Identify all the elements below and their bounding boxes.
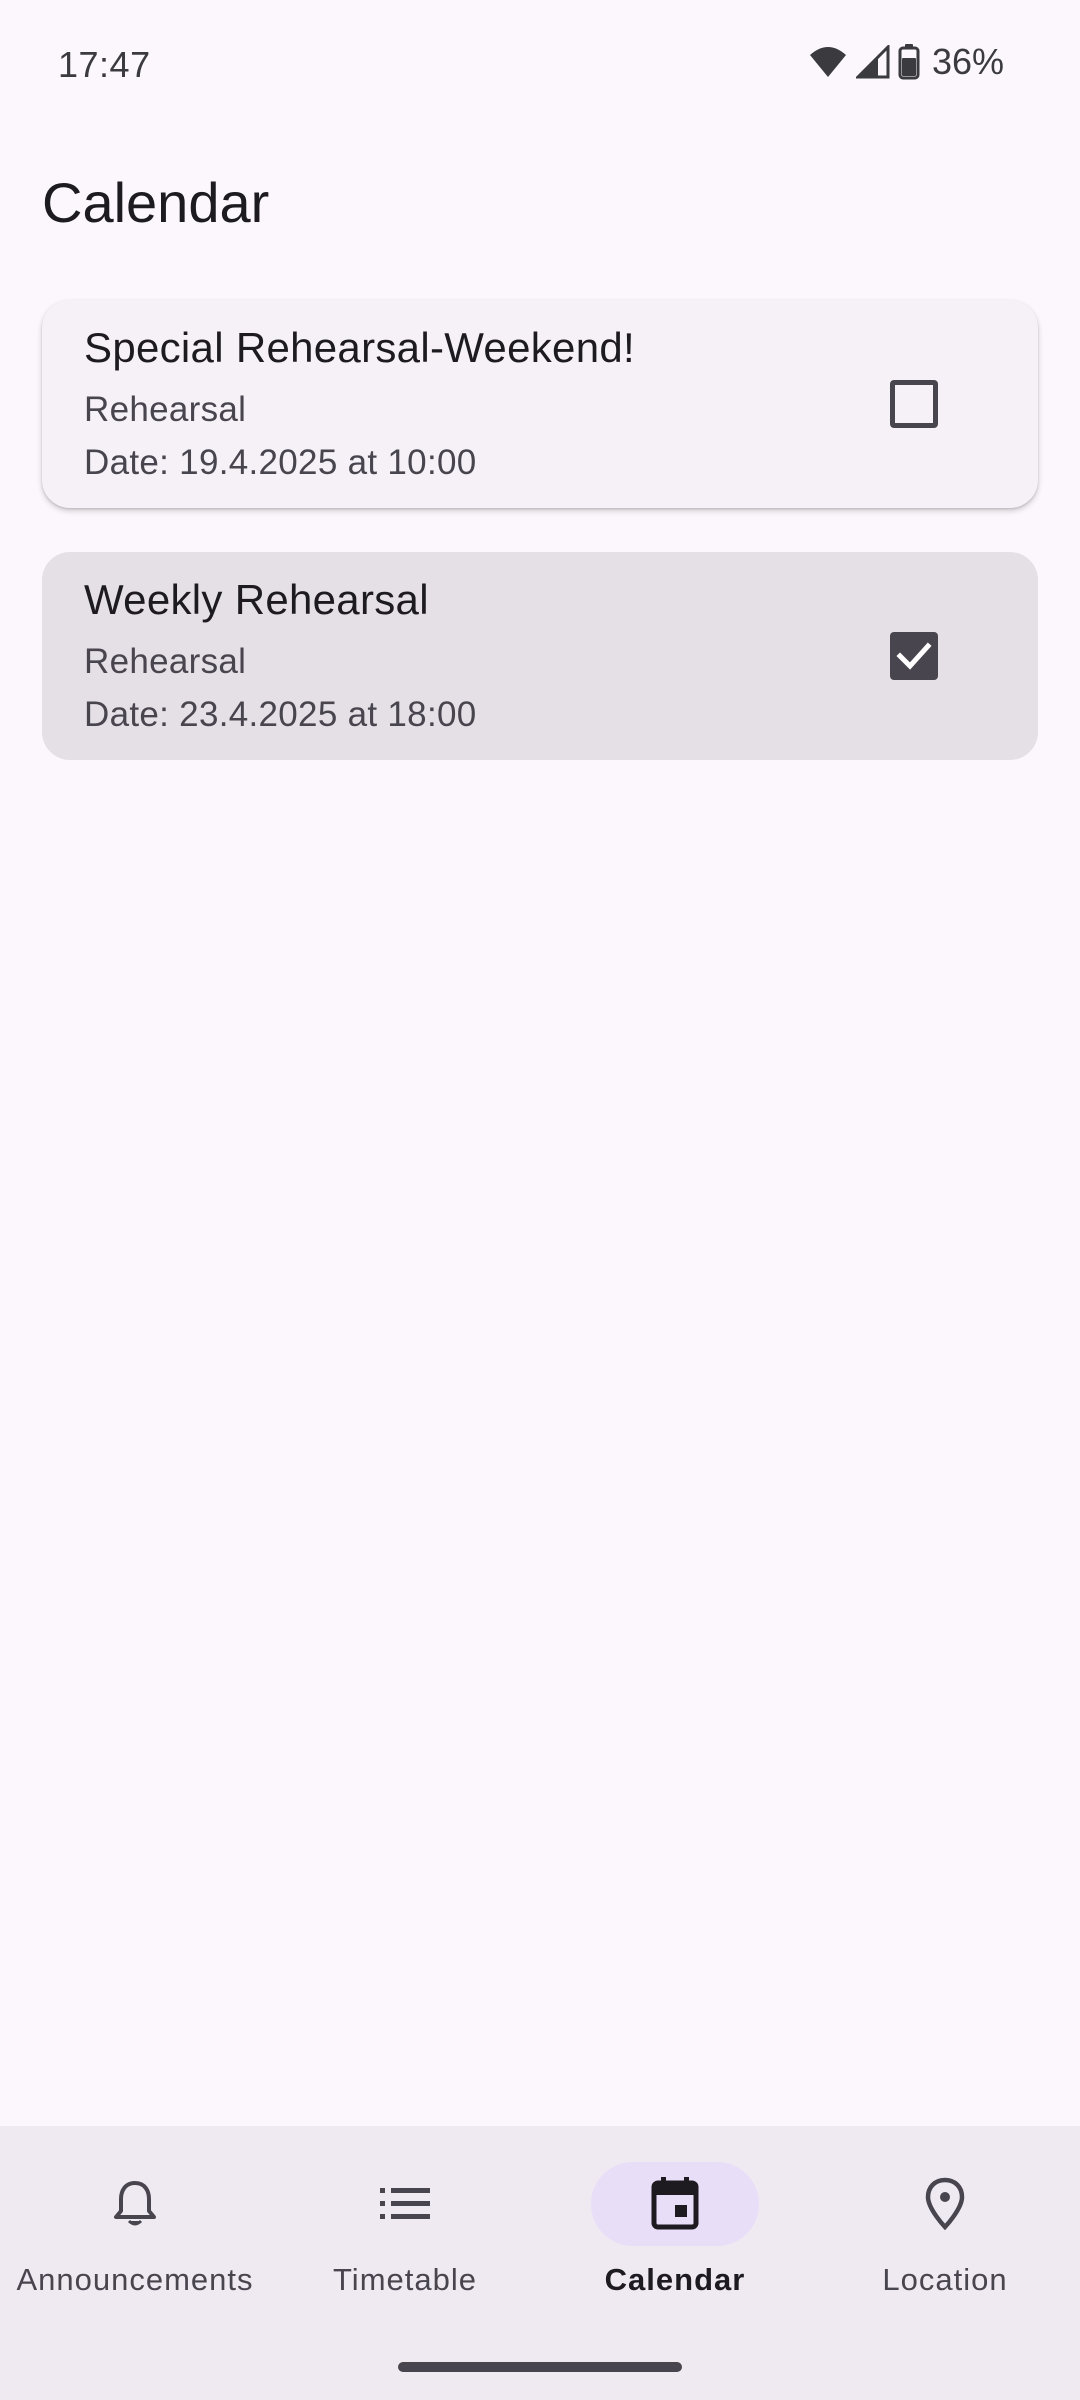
bell-icon (114, 2181, 156, 2226)
status-bar: 17:47 36% (0, 0, 1080, 130)
attendance-checkbox[interactable] (890, 380, 938, 428)
calendar-icon (651, 2177, 699, 2230)
status-icons: 36% (808, 40, 1004, 84)
page-title: Calendar (42, 171, 270, 234)
active-indicator (591, 2162, 759, 2246)
wifi-icon (808, 45, 848, 79)
checkmark-icon (896, 642, 932, 670)
nav-item-announcements[interactable]: Announcements (0, 2162, 270, 2322)
battery-icon (898, 44, 920, 80)
event-card[interactable]: Weekly Rehearsal Rehearsal Date: 23.4.20… (42, 552, 1038, 760)
nav-label: Announcements (16, 2262, 254, 2297)
nav-label: Location (882, 2262, 1008, 2297)
event-title: Special Rehearsal-Weekend! (84, 324, 635, 371)
nav-label: Calendar (604, 2262, 746, 2297)
cellular-signal-icon (855, 45, 890, 79)
nav-item-timetable[interactable]: Timetable (270, 2162, 540, 2322)
nav-item-calendar[interactable]: Calendar (540, 2162, 810, 2322)
event-date: Date: 23.4.2025 at 18:00 (84, 695, 477, 734)
calendar-screen: 17:47 36% Calendar Special Rehearsal-Wee… (0, 0, 1080, 2400)
event-date: Date: 19.4.2025 at 10:00 (84, 443, 477, 482)
event-type: Rehearsal (84, 390, 247, 429)
home-indicator[interactable] (398, 2362, 682, 2372)
nav-item-location[interactable]: Location (810, 2162, 1080, 2322)
list-icon (380, 2188, 430, 2219)
nav-label: Timetable (333, 2262, 477, 2297)
event-card[interactable]: Special Rehearsal-Weekend! Rehearsal Dat… (42, 300, 1038, 508)
event-type: Rehearsal (84, 642, 247, 681)
attendance-checkbox[interactable] (890, 632, 938, 680)
location-pin-icon (925, 2177, 965, 2231)
battery-percentage: 36% (931, 41, 1004, 82)
bottom-navigation-bar: Announcements Timetable Calendar Locatio… (0, 2126, 1080, 2400)
event-title: Weekly Rehearsal (84, 576, 429, 623)
status-time: 17:47 (58, 44, 151, 85)
